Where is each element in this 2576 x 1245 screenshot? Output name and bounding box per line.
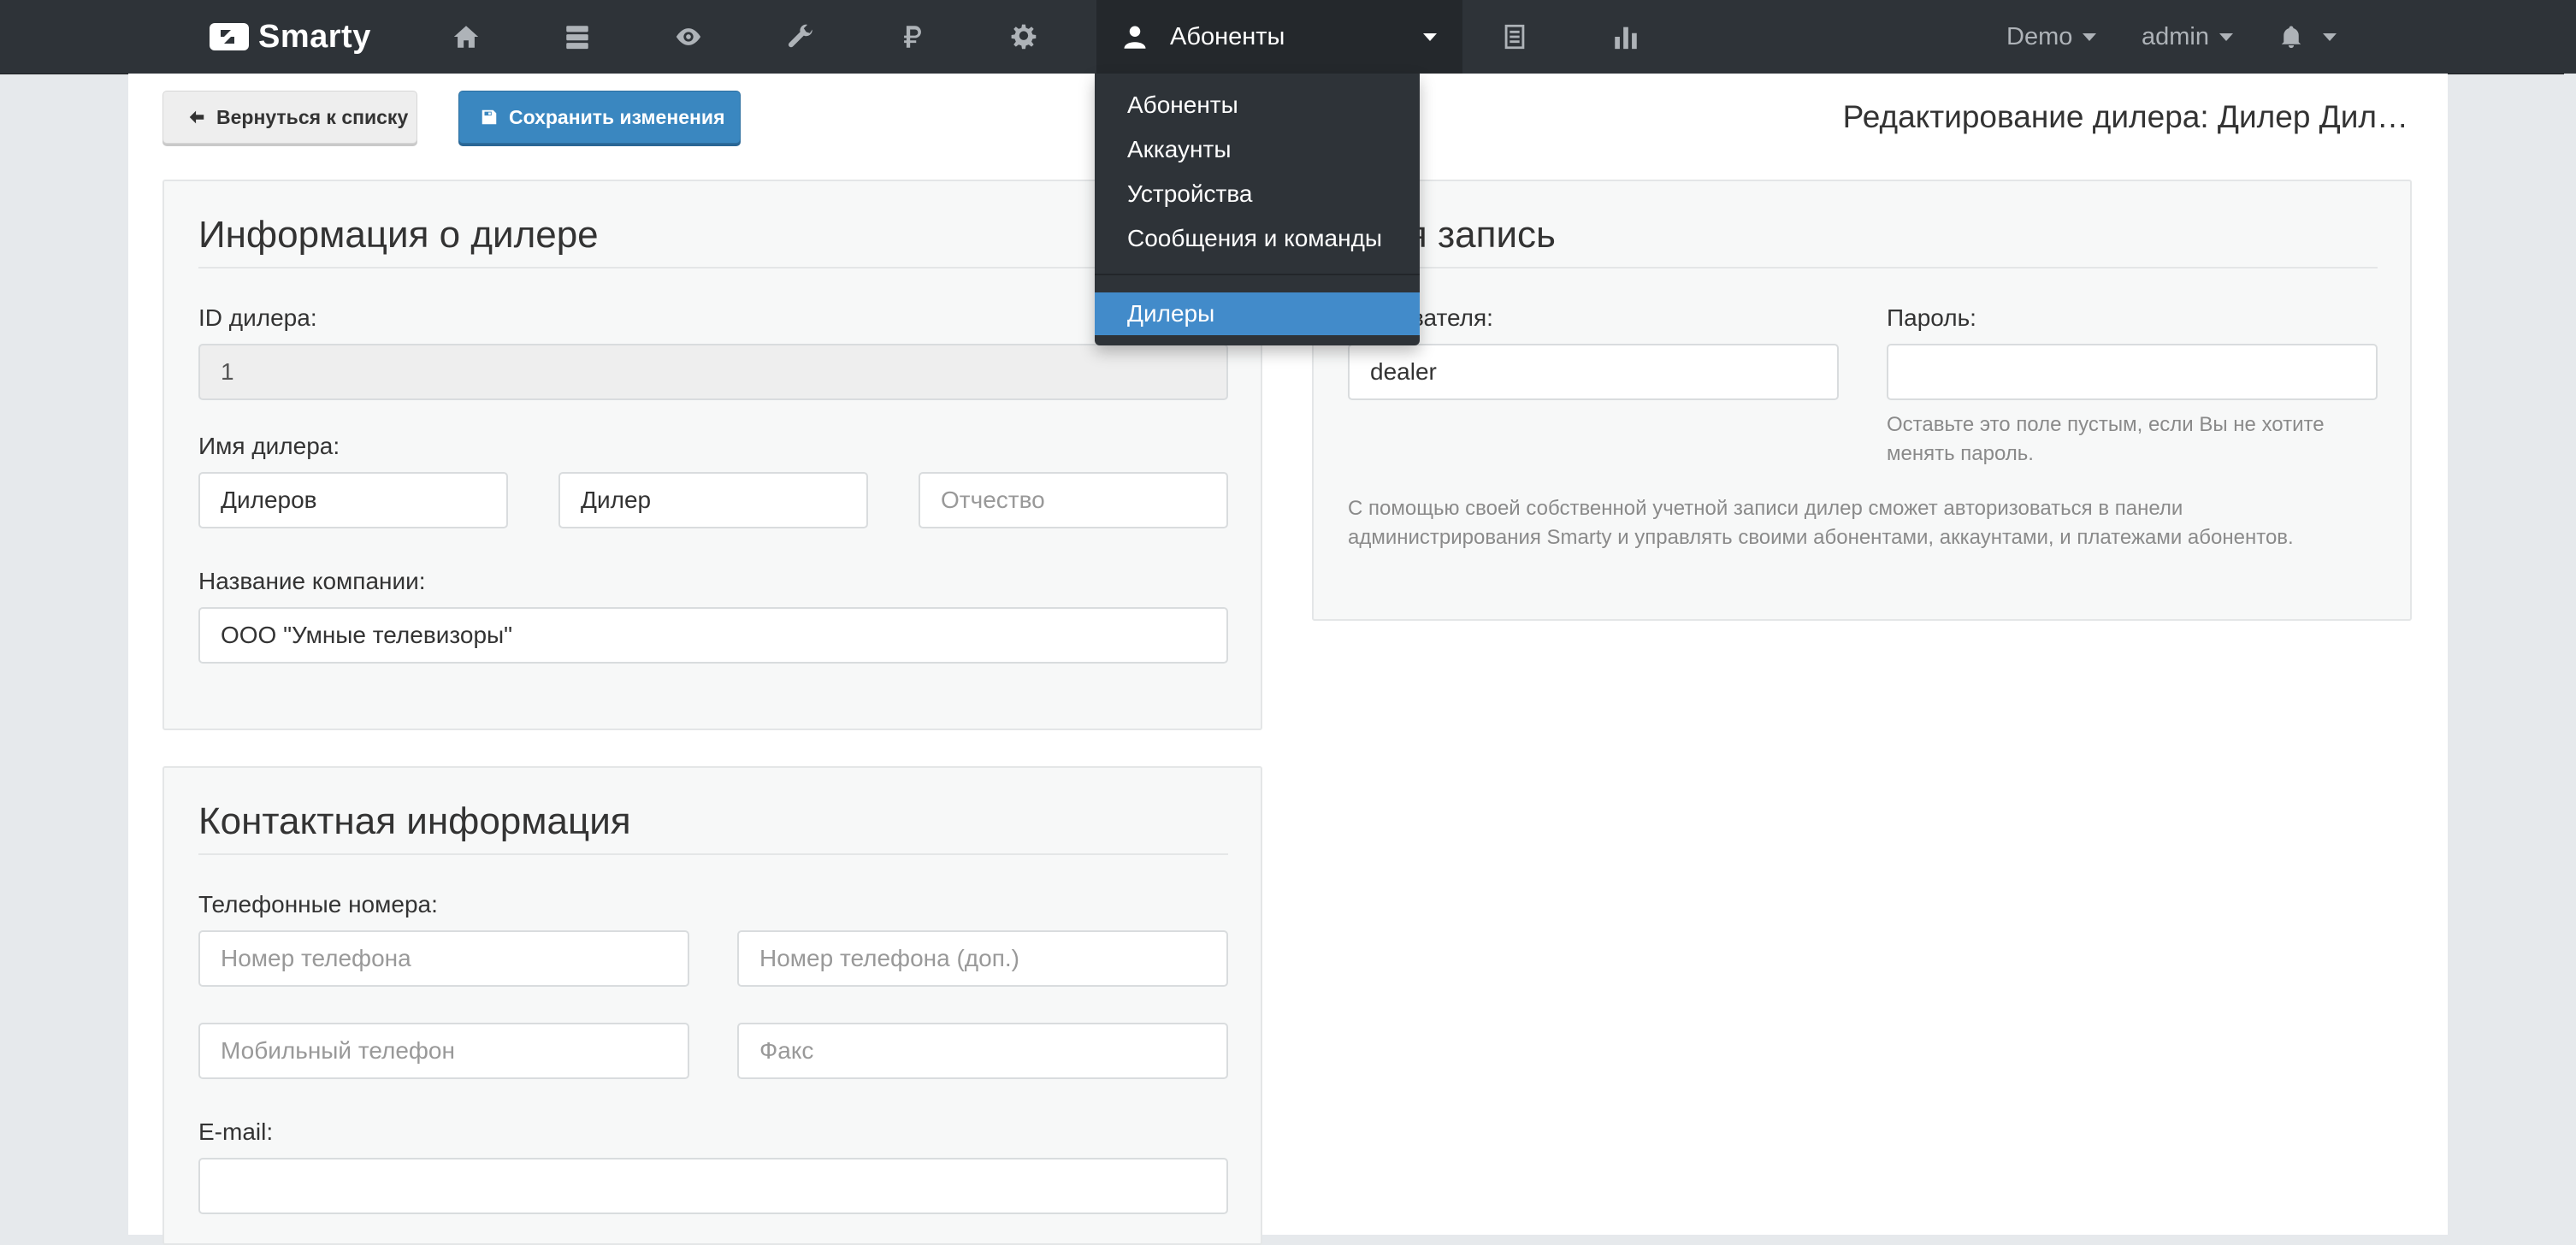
dropdown-item-dealers[interactable]: Дилеры xyxy=(1095,292,1420,335)
dropdown-item-messages[interactable]: Сообщения и команды xyxy=(1095,217,1420,260)
mobile-phone-field[interactable] xyxy=(198,1023,689,1079)
divider xyxy=(198,853,1228,855)
user-label: admin xyxy=(2142,22,2209,50)
nav-home[interactable] xyxy=(436,0,496,74)
dropdown-item-subscribers[interactable]: Абоненты xyxy=(1095,84,1420,127)
arrow-left-icon xyxy=(189,110,204,124)
brand-name: Smarty xyxy=(258,18,371,55)
dealer-id-label: ID дилера: xyxy=(198,304,317,331)
nav-subscribers-label: Абоненты xyxy=(1170,22,1285,50)
nav-config[interactable] xyxy=(994,0,1054,74)
nav-billing[interactable] xyxy=(883,0,942,74)
dealer-info-title: Информация о дилере xyxy=(198,214,599,256)
password-help: Оставьте это поле пустым, если Вы не хот… xyxy=(1887,413,2325,465)
fax-field[interactable] xyxy=(737,1023,1228,1079)
nav-reports[interactable] xyxy=(1485,0,1545,74)
save-changes-button[interactable]: Сохранить изменения xyxy=(458,91,741,144)
divider xyxy=(198,267,1228,268)
divider xyxy=(1348,267,2378,268)
account-description: С помощью своей собственной учетной запи… xyxy=(1348,497,2294,549)
password-field[interactable] xyxy=(1887,344,2378,400)
gear-icon xyxy=(1011,24,1037,50)
contact-info-panel: Контактная информация Телефонные номера:… xyxy=(162,766,1262,1245)
nav-servers[interactable] xyxy=(547,0,607,74)
email-label: E-mail: xyxy=(198,1118,274,1145)
bell-icon xyxy=(2281,26,2301,49)
last-name-field[interactable] xyxy=(198,472,508,528)
username-field[interactable] xyxy=(1348,344,1839,400)
chevron-down-icon xyxy=(2083,32,2097,41)
ruble-icon xyxy=(904,26,921,48)
phone-ext-field[interactable] xyxy=(737,930,1228,987)
bar-chart-icon xyxy=(1615,27,1637,50)
top-navbar: Smarty Абоненты Demo admin xyxy=(0,0,2576,74)
dropdown-divider xyxy=(1095,274,1420,275)
company-label: Название компании: xyxy=(198,568,426,594)
company-name-field[interactable] xyxy=(198,607,1228,664)
server-icon xyxy=(566,26,588,50)
dropdown-item-devices[interactable]: Устройства xyxy=(1095,173,1420,215)
middle-name-field[interactable] xyxy=(919,472,1228,528)
demo-label: Demo xyxy=(2006,22,2073,50)
nav-subscribers-menu[interactable]: Абоненты xyxy=(1096,0,1462,74)
back-label: Вернуться к списку xyxy=(216,105,409,128)
nav-statistics[interactable] xyxy=(1596,0,1656,74)
phone-field[interactable] xyxy=(198,930,689,987)
table-icon xyxy=(1504,24,1525,50)
user-icon xyxy=(1124,26,1146,49)
scrollbar-track[interactable] xyxy=(2564,74,2576,1235)
contact-info-title: Контактная информация xyxy=(198,800,631,842)
nav-user-menu[interactable]: admin xyxy=(2142,0,2233,74)
wrench-icon xyxy=(788,24,812,48)
page-title: Редактирование дилера: Дилер Дил… xyxy=(1842,99,2408,134)
home-icon xyxy=(453,26,479,48)
first-name-field[interactable] xyxy=(558,472,868,528)
nav-settings-tools[interactable] xyxy=(771,0,831,74)
chevron-down-icon xyxy=(2323,32,2337,41)
back-to-list-button[interactable]: Вернуться к списку xyxy=(162,91,417,144)
dealer-name-label: Имя дилера: xyxy=(198,433,340,459)
password-label: Пароль: xyxy=(1887,304,1976,331)
dealer-id-field[interactable] xyxy=(198,344,1228,400)
dropdown-item-accounts[interactable]: Аккаунты xyxy=(1095,128,1420,171)
save-icon xyxy=(482,109,497,125)
account-panel: тная запись ользователя: Пароль: Оставьт… xyxy=(1312,180,2412,621)
save-label: Сохранить изменения xyxy=(509,105,725,128)
eye-icon xyxy=(676,28,701,45)
brand[interactable]: Smarty xyxy=(209,0,371,74)
chevron-down-icon xyxy=(1423,33,1437,41)
smarty-logo-icon xyxy=(210,23,249,50)
nav-notifications[interactable] xyxy=(2278,0,2337,74)
chevron-down-icon xyxy=(2219,32,2233,41)
nav-monitoring[interactable] xyxy=(659,0,718,74)
email-field[interactable] xyxy=(198,1158,1228,1214)
nav-demo-menu[interactable]: Demo xyxy=(2006,0,2097,74)
phones-label: Телефонные номера: xyxy=(198,891,438,918)
subscribers-dropdown-menu: Абоненты Аккаунты Устройства Сообщения и… xyxy=(1095,74,1420,345)
